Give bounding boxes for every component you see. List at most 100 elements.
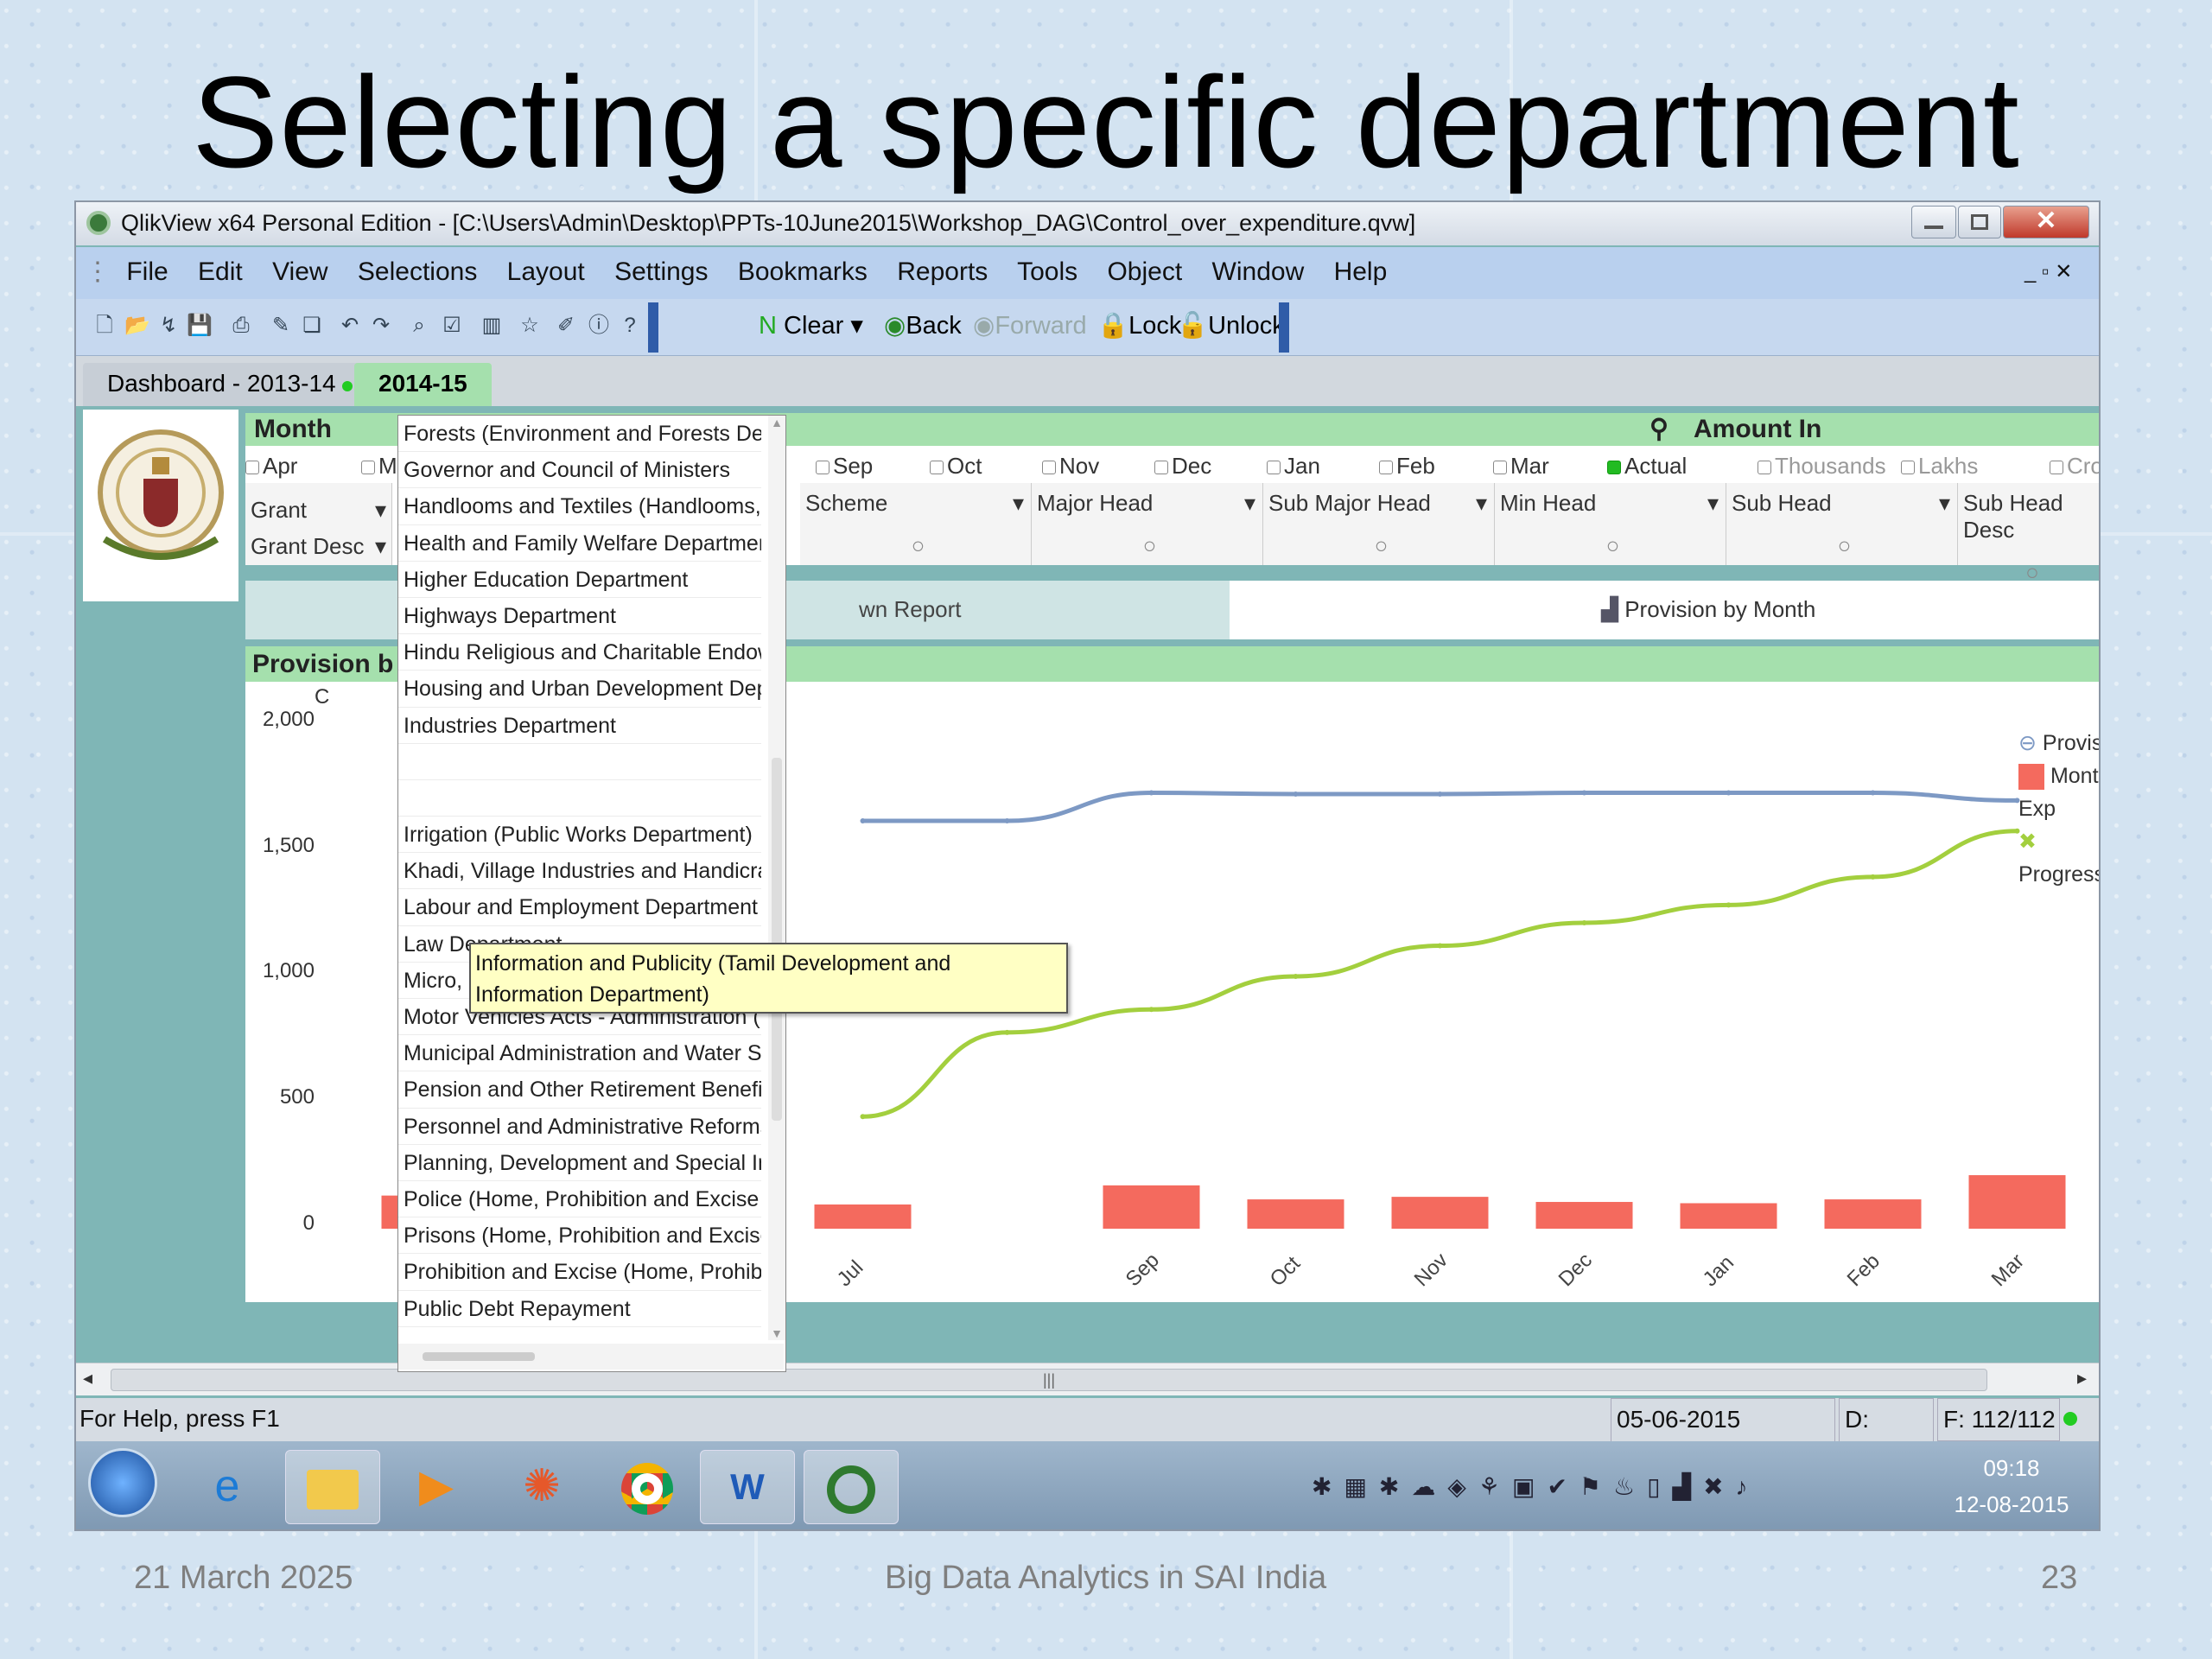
department-list-item[interactable]: Pension and Other Retirement Benefits	[398, 1071, 761, 1109]
file-explorer-icon[interactable]	[285, 1450, 380, 1524]
chart-wizard-icon[interactable]: ▥	[479, 311, 505, 340]
minimize-button[interactable]	[1911, 206, 1956, 238]
mdi-controls[interactable]: _ ▫ ✕	[2024, 247, 2072, 297]
department-dropdown-list[interactable]: Forests (Environment and Forests Depar Go…	[397, 415, 786, 1372]
provision-point[interactable]	[1581, 790, 1587, 796]
new-doc-icon[interactable]: 🗋	[92, 311, 118, 340]
redo-icon[interactable]: ↷	[368, 311, 394, 340]
progressive-point[interactable]	[1726, 902, 1732, 908]
month-feb[interactable]: Feb	[1379, 453, 1435, 480]
department-list-item[interactable]: Health and Family Welfare Department	[398, 525, 761, 562]
provision-point[interactable]	[1148, 790, 1154, 796]
department-list-item[interactable]: Labour and Employment Department	[398, 889, 761, 926]
menu-reports[interactable]: Reports	[897, 257, 988, 286]
system-tray-icons[interactable]: ✱▦✱☁◈⚘▣✔⚑♨▯▟✖♪	[1312, 1472, 1760, 1501]
undo-icon[interactable]: ↶	[337, 311, 363, 340]
department-list-item[interactable]: Highways Department	[398, 598, 761, 635]
monthly-exp-bar[interactable]	[1680, 1203, 1777, 1230]
start-button-icon[interactable]	[88, 1448, 157, 1517]
menu-bookmarks[interactable]: Bookmarks	[738, 257, 868, 286]
print-icon[interactable]: ⎙	[228, 311, 254, 340]
menu-help[interactable]: Help	[1334, 257, 1388, 286]
bookmark-star-icon[interactable]: ☆	[517, 311, 543, 340]
major-head-filter[interactable]: Major Head ▾ ○	[1032, 483, 1263, 565]
paint-app-icon[interactable]: ✺	[494, 1450, 589, 1524]
horizontal-scrollbar[interactable]: ◂ ||| ▸	[76, 1363, 2099, 1395]
context-help-icon[interactable]: ?	[617, 311, 643, 340]
help-icon[interactable]: ⓘ	[586, 311, 612, 340]
department-list-item[interactable]: Irrigation (Public Works Department)	[398, 817, 761, 854]
amount-thousands[interactable]: Thousands	[1758, 453, 1886, 480]
monthly-exp-bar[interactable]	[814, 1204, 912, 1229]
edit-icon[interactable]: ✐	[553, 311, 579, 340]
monthly-exp-bar[interactable]	[1968, 1175, 2066, 1229]
grant-filter[interactable]: Grant ▾ Grant Desc ▾	[245, 483, 392, 565]
menu-tools[interactable]: Tools	[1017, 257, 1077, 286]
menu-edit[interactable]: Edit	[198, 257, 243, 286]
menu-view[interactable]: View	[272, 257, 327, 286]
clear-button[interactable]: N Clear ▾	[759, 311, 863, 340]
monthly-exp-bar[interactable]	[1247, 1199, 1344, 1229]
department-list-item[interactable]: Municipal Administration and Water Su	[398, 1035, 761, 1072]
amount-lakhs[interactable]: Lakhs	[1901, 453, 1978, 480]
department-list-item[interactable]: Khadi, Village Industries and Handicraft…	[398, 853, 761, 890]
department-list-item[interactable]	[398, 780, 761, 817]
progressive-point[interactable]	[1870, 874, 1876, 880]
monthly-exp-bar[interactable]	[1391, 1197, 1489, 1229]
progressive-point[interactable]	[1148, 1007, 1154, 1013]
min-head-filter[interactable]: Min Head ▾ ○	[1495, 483, 1726, 565]
menu-layout[interactable]: Layout	[507, 257, 585, 286]
sub-head-desc-filter[interactable]: Sub Head Desc ○	[1958, 483, 2099, 585]
department-list-item[interactable]: Higher Education Department	[398, 562, 761, 598]
chrome-icon[interactable]	[600, 1450, 695, 1524]
legend-provision[interactable]: ⊖ Provision	[2018, 727, 2099, 760]
department-list-item[interactable]: Housing and Urban Development Depar	[398, 671, 761, 708]
edit-script-icon[interactable]: ✎	[268, 311, 294, 340]
department-list-item[interactable]: Industries Department	[398, 708, 761, 744]
dropdown-hscrollbar[interactable]	[398, 1344, 784, 1370]
month-apr[interactable]: Apr	[245, 453, 297, 480]
month-nov[interactable]: Nov	[1042, 453, 1099, 480]
legend-monthly-exp[interactable]: Monthly Exp	[2018, 760, 2099, 825]
search-key-icon[interactable]: ⚲	[1649, 413, 1669, 446]
provision-point[interactable]	[1004, 818, 1010, 823]
month-may[interactable]: M	[361, 453, 397, 480]
department-list-item[interactable]: Prisons (Home, Prohibition and Excise D	[398, 1217, 761, 1255]
progressive-point[interactable]	[1004, 1029, 1010, 1035]
progressive-point[interactable]	[1437, 943, 1443, 949]
menu-selections[interactable]: Selections	[358, 257, 477, 286]
month-mar[interactable]: Mar	[1493, 453, 1549, 480]
save-icon[interactable]: 💾	[187, 311, 213, 340]
unlock-button[interactable]: 🔓Unlock	[1177, 311, 1285, 340]
scheme-filter[interactable]: Scheme ▾ ○	[800, 483, 1032, 565]
department-list-item[interactable]: Governor and Council of Ministers	[398, 452, 761, 489]
department-list-item[interactable]: Public Debt Repayment	[398, 1291, 761, 1327]
internet-explorer-icon[interactable]: e	[180, 1450, 275, 1524]
department-list-item[interactable]: Planning, Development and Special Initi	[398, 1145, 761, 1181]
provision-point[interactable]	[1293, 791, 1299, 798]
month-oct[interactable]: Oct	[930, 453, 982, 480]
department-list-item[interactable]: Forests (Environment and Forests Depar	[398, 416, 761, 453]
department-list-item[interactable]: Handlooms and Textiles (Handlooms, Ha	[398, 488, 761, 525]
amount-crore[interactable]: Cro	[2050, 453, 2099, 480]
amount-actual[interactable]: Actual	[1607, 453, 1687, 480]
back-button[interactable]: ◉Back	[884, 311, 962, 340]
forward-button[interactable]: ◉Forward	[973, 311, 1087, 340]
word-icon[interactable]: W	[700, 1450, 795, 1524]
progressive-point[interactable]	[1581, 920, 1587, 925]
department-list-item[interactable]: Prohibition and Excise (Home, Prohibiti	[398, 1254, 761, 1291]
monthly-exp-bar[interactable]	[1824, 1199, 1922, 1229]
legend-progressive[interactable]: ✖ Progressive	[2018, 825, 2099, 891]
monthly-exp-bar[interactable]	[1103, 1185, 1200, 1229]
dropdown-scrollbar[interactable]: ▲ ▼	[768, 416, 785, 1340]
month-sep[interactable]: Sep	[816, 453, 873, 480]
menu-window[interactable]: Window	[1212, 257, 1305, 286]
monthly-exp-bar[interactable]	[1535, 1202, 1633, 1229]
provision-by-month-button[interactable]: ▟ Provision by Month	[1230, 581, 2099, 639]
lock-button[interactable]: 🔒Lock	[1097, 311, 1181, 340]
sub-major-head-filter[interactable]: Sub Major Head ▾ ○	[1263, 483, 1495, 565]
provision-point[interactable]	[1437, 791, 1443, 798]
department-list-item[interactable]: Police (Home, Prohibition and Excise De	[398, 1181, 761, 1218]
reload-icon[interactable]: ↯	[156, 311, 181, 340]
current-selections-icon[interactable]: ☑	[439, 311, 465, 340]
